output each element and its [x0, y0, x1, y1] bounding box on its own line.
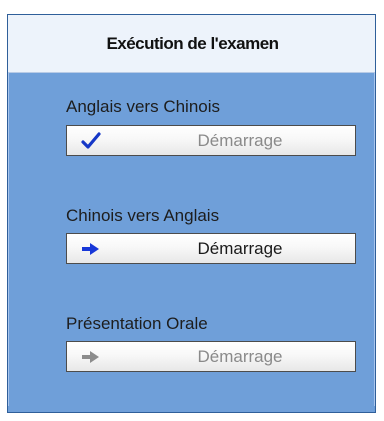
section-label-chinese-to-english: Chinois vers Anglais [66, 206, 220, 225]
section-label-oral-presentation: Présentation Orale [66, 314, 208, 333]
start-button-oral-presentation[interactable]: Démarrage [66, 341, 356, 372]
start-button-label: Démarrage [197, 346, 283, 366]
start-button-chinese-to-english[interactable]: Démarrage [66, 233, 356, 264]
panel-title: Exécution de l'examen [106, 33, 279, 53]
start-button-english-to-chinese[interactable]: Démarrage [66, 125, 356, 156]
panel-bottom-edge [8, 406, 375, 412]
exam-execution-panel: Exécution de l'examen Anglais vers Chino… [7, 14, 376, 413]
panel-header: Exécution de l'examen [8, 15, 375, 73]
start-button-label: Démarrage [197, 130, 283, 150]
start-button-label: Démarrage [197, 238, 283, 258]
section-label-english-to-chinese: Anglais vers Chinois [66, 97, 221, 116]
